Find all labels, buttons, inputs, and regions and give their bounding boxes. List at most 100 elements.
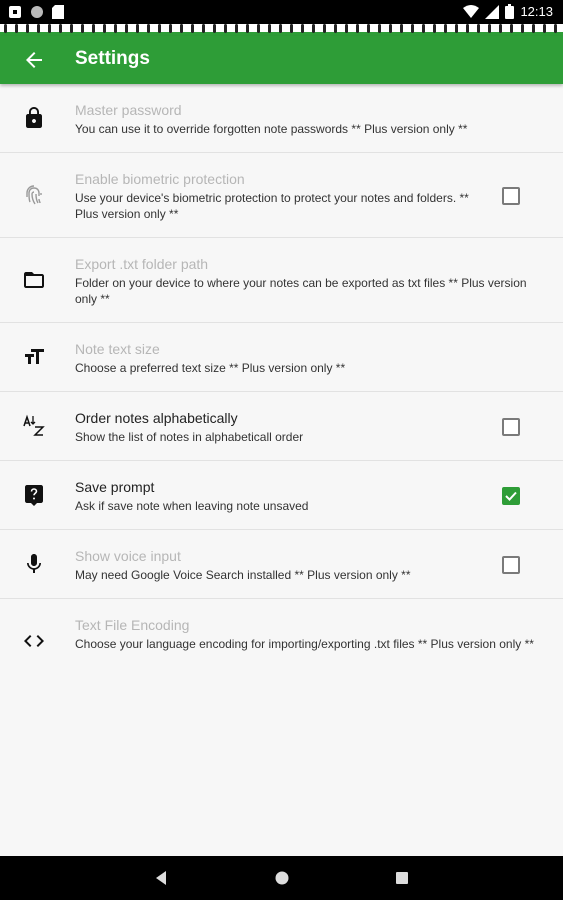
wifi-icon [463, 4, 480, 18]
setting-title: Text File Encoding [75, 617, 190, 633]
spiral-ring [202, 24, 205, 33]
spiral-ring [213, 24, 216, 33]
setting-title: Enable biometric protection [75, 171, 245, 187]
signal-icon [485, 4, 500, 19]
setting-save-prompt[interactable]: Save prompt Ask if save note when leavin… [0, 461, 563, 530]
save-prompt-checkbox[interactable] [502, 487, 520, 505]
spiral-ring [169, 24, 172, 33]
setting-title: Master password [75, 102, 182, 118]
spiral-ring [290, 24, 293, 33]
setting-summary: Choose your language encoding for import… [75, 637, 534, 651]
spiral-ring [114, 24, 117, 33]
spiral-ring [92, 24, 95, 33]
spiral-ring [554, 24, 557, 33]
spiral-ring [191, 24, 194, 33]
spiral-ring [411, 24, 414, 33]
setting-text-file-encoding[interactable]: Text File Encoding Choose your language … [0, 599, 563, 683]
setting-master-password[interactable]: Master password You can use it to overri… [0, 84, 563, 153]
setting-title: Save prompt [75, 479, 155, 495]
page-title: Settings [75, 48, 150, 69]
spiral-ring [433, 24, 436, 33]
spiral-ring [334, 24, 337, 33]
spiral-ring [499, 24, 502, 33]
setting-title: Order notes alphabetically [75, 410, 238, 426]
spiral-ring [400, 24, 403, 33]
spiral-ring [422, 24, 425, 33]
voice-input-checkbox[interactable] [502, 556, 520, 574]
notification-circle-icon [31, 6, 43, 18]
spiral-ring [268, 24, 271, 33]
sd-card-icon [52, 5, 64, 19]
code-icon [24, 635, 44, 647]
spiral-ring [257, 24, 260, 33]
spiral-ring [136, 24, 139, 33]
setting-show-voice-input[interactable]: Show voice input May need Google Voice S… [0, 530, 563, 599]
order-alphabetically-checkbox[interactable] [502, 418, 520, 436]
fingerprint-icon [26, 185, 42, 205]
spiral-ring [389, 24, 392, 33]
spiral-binding [0, 24, 563, 36]
microphone-icon [27, 554, 41, 573]
setting-note-text-size[interactable]: Note text size Choose a preferred text s… [0, 323, 563, 392]
spiral-ring [466, 24, 469, 33]
back-nav-icon[interactable] [154, 870, 168, 886]
spiral-ring [532, 24, 535, 33]
spiral-ring [180, 24, 183, 33]
folder-icon [24, 272, 44, 288]
question-icon [25, 485, 43, 506]
spiral-ring [477, 24, 480, 33]
system-nav-bar [0, 856, 563, 900]
setting-summary: Ask if save note when leaving note unsav… [75, 499, 309, 513]
setting-summary: Use your device's biometric protection t… [75, 191, 469, 221]
spiral-ring [444, 24, 447, 33]
spiral-ring [323, 24, 326, 33]
setting-summary: Choose a preferred text size ** Plus ver… [75, 361, 346, 375]
spiral-ring [4, 24, 7, 33]
setting-biometric-protection[interactable]: Enable biometric protection Use your dev… [0, 153, 563, 238]
spiral-ring [246, 24, 249, 33]
spiral-ring [455, 24, 458, 33]
spiral-ring [48, 24, 51, 33]
setting-title: Note text size [75, 341, 160, 357]
spiral-ring [356, 24, 359, 33]
text-size-icon [25, 349, 44, 364]
sort-alpha-icon [23, 414, 45, 436]
spiral-ring [81, 24, 84, 33]
arrow-left-icon[interactable] [22, 48, 46, 72]
spiral-ring [279, 24, 282, 33]
setting-export-folder-path[interactable]: Export .txt folder path Folder on your d… [0, 238, 563, 323]
setting-summary: Folder on your device to where your note… [75, 276, 527, 306]
recents-nav-icon[interactable] [395, 870, 409, 886]
spiral-ring [345, 24, 348, 33]
setting-summary: May need Google Voice Search installed *… [75, 568, 411, 582]
spiral-ring [312, 24, 315, 33]
spiral-ring [378, 24, 381, 33]
spiral-ring [147, 24, 150, 33]
status-time: 12:13 [520, 4, 553, 19]
status-bar: 12:13 [0, 0, 563, 24]
spiral-ring [26, 24, 29, 33]
setting-order-alphabetically[interactable]: Order notes alphabetically Show the list… [0, 392, 563, 461]
setting-summary: You can use it to override forgotten not… [75, 122, 468, 136]
spiral-ring [521, 24, 524, 33]
biometric-checkbox[interactable] [502, 187, 520, 205]
check-icon [505, 491, 517, 501]
spiral-ring [510, 24, 513, 33]
spiral-ring [37, 24, 40, 33]
battery-icon [505, 4, 515, 19]
setting-summary: Show the list of notes in alphabeticall … [75, 430, 304, 444]
spiral-ring [235, 24, 238, 33]
app-bar: Settings [0, 36, 563, 84]
spiral-ring [103, 24, 106, 33]
spiral-ring [301, 24, 304, 33]
lock-icon [26, 107, 42, 128]
spiral-ring [125, 24, 128, 33]
spiral-ring [158, 24, 161, 33]
setting-title: Show voice input [75, 548, 181, 564]
spiral-ring [367, 24, 370, 33]
spiral-ring [70, 24, 73, 33]
spiral-ring [15, 24, 18, 33]
spiral-ring [224, 24, 227, 33]
notification-app-icon [9, 6, 21, 18]
home-nav-icon[interactable] [274, 870, 290, 886]
